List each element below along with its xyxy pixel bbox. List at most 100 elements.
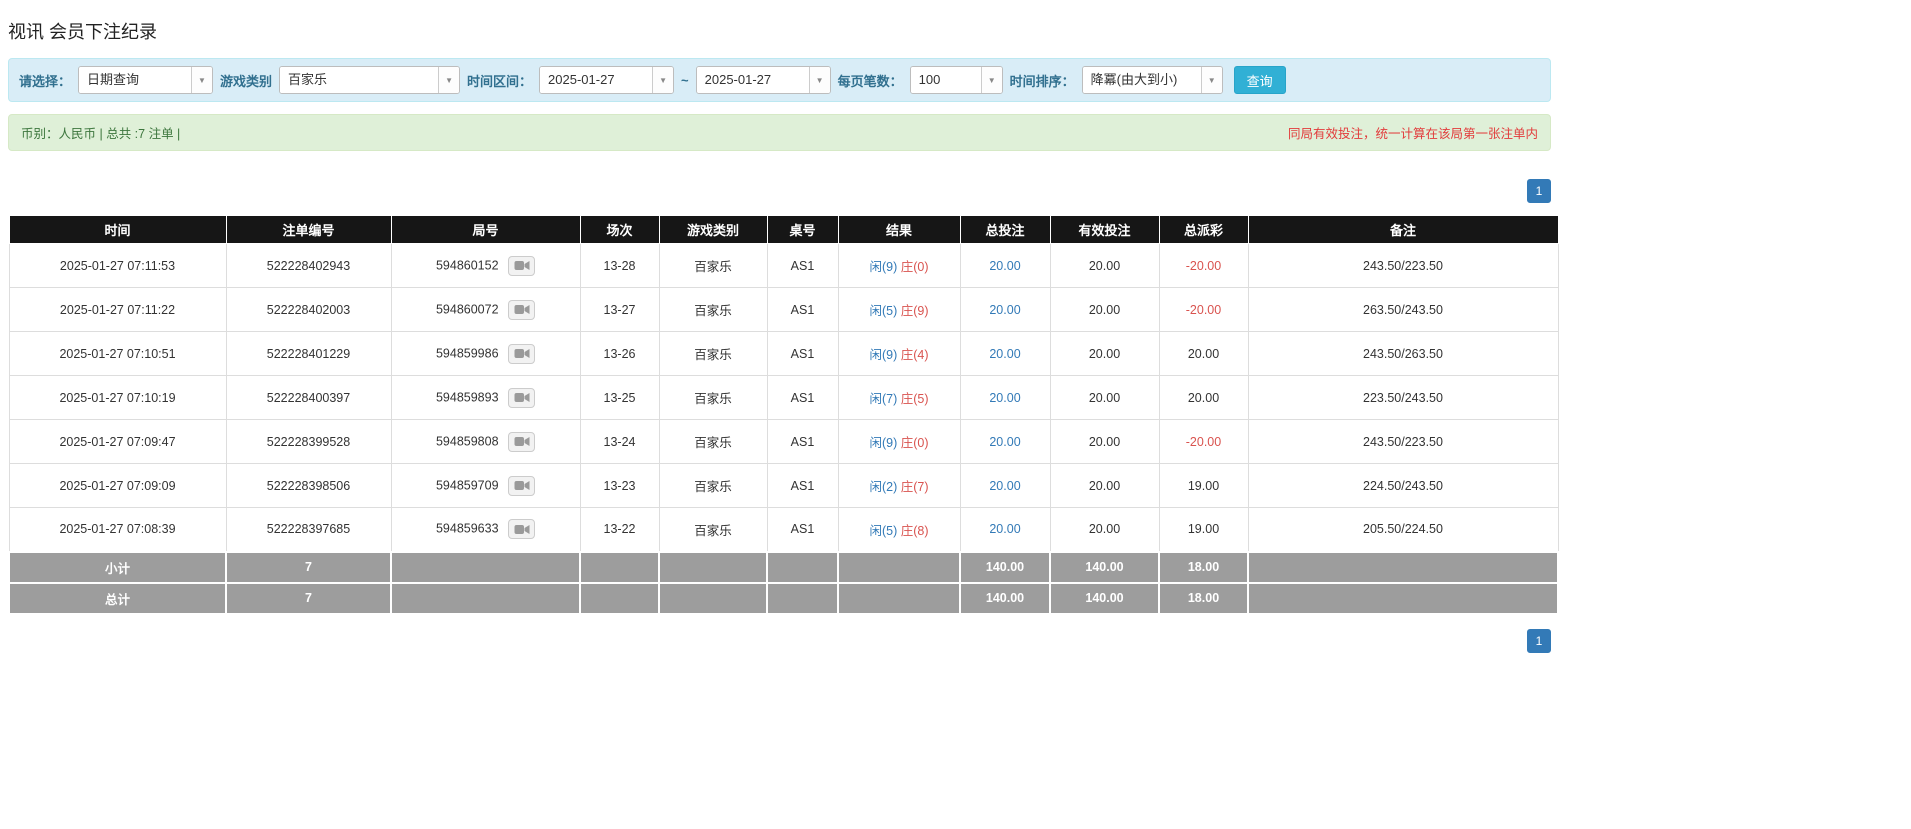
page-size-value: 100 bbox=[910, 67, 981, 93]
summary-note: 同局有效投注，统一计算在该局第一张注单内 bbox=[1287, 127, 1538, 141]
cell-total-bet: 20.00 bbox=[959, 331, 1051, 376]
query-type-select[interactable]: 日期查询 ▼ bbox=[78, 66, 214, 94]
round-id-text: 594860072 bbox=[435, 301, 499, 316]
cell-session: 13-22 bbox=[579, 507, 660, 552]
cell-valid-bet: 20.00 bbox=[1049, 287, 1160, 332]
page-number-button[interactable]: 1 bbox=[1527, 628, 1551, 653]
sort-order-select[interactable]: 降冪(由大到小) ▼ bbox=[1081, 66, 1223, 94]
footer-cell bbox=[1247, 581, 1559, 615]
cell-bet-id: 522228402943 bbox=[225, 243, 392, 288]
column-header: 有效投注 bbox=[1049, 215, 1160, 244]
result-player: 闲(9) bbox=[869, 436, 898, 450]
chevron-down-icon[interactable]: ▼ bbox=[191, 67, 213, 93]
cell-payout: 20.00 bbox=[1158, 375, 1249, 420]
cell-session: 13-24 bbox=[579, 419, 660, 464]
cell-total-bet: 20.00 bbox=[959, 463, 1051, 508]
cell-game-type: 百家乐 bbox=[658, 463, 768, 508]
video-replay-icon[interactable] bbox=[508, 387, 536, 408]
column-header: 游戏类别 bbox=[658, 215, 768, 244]
cell-table-no: AS1 bbox=[766, 419, 839, 464]
footer-cell bbox=[766, 550, 839, 584]
round-id-text: 594859986 bbox=[435, 345, 499, 360]
total-bet-link[interactable]: 20.00 bbox=[989, 259, 1020, 273]
total-bet-link[interactable]: 20.00 bbox=[989, 347, 1020, 361]
page-container: 视讯 会员下注纪录 请选择： 日期查询 ▼ 游戏类别 百家乐 ▼ 时间区间： 2… bbox=[0, 0, 1559, 673]
game-type-select[interactable]: 百家乐 ▼ bbox=[279, 66, 461, 94]
cell-game-type: 百家乐 bbox=[658, 331, 768, 376]
round-id-text: 594859893 bbox=[435, 389, 499, 404]
cell-session: 13-27 bbox=[579, 287, 660, 332]
total-bet-link[interactable]: 20.00 bbox=[989, 303, 1020, 317]
date-to-picker[interactable]: 2025-01-27 ▼ bbox=[695, 66, 831, 94]
result-banker: 庄(0) bbox=[900, 260, 929, 274]
search-button[interactable]: 查询 bbox=[1233, 66, 1286, 94]
cell-table-no: AS1 bbox=[766, 375, 839, 420]
cell-payout: -20.00 bbox=[1158, 419, 1249, 464]
cell-result: 闲(9) 庄(4) bbox=[837, 331, 961, 376]
total-row: 总计 7 140.00 140.00 18.00 bbox=[8, 581, 1559, 615]
footer-cell: 小计 bbox=[8, 550, 227, 584]
table-row: 2025-01-27 07:11:22 522228402003 5948600… bbox=[8, 287, 1559, 332]
chevron-down-icon[interactable]: ▼ bbox=[652, 67, 674, 93]
summary-currency-count: 币别：人民币 | 总共 :7 注单 | bbox=[21, 127, 181, 141]
footer-cell bbox=[837, 581, 961, 615]
column-header: 局号 bbox=[390, 215, 581, 244]
result-banker: 庄(9) bbox=[900, 304, 929, 318]
footer-cell bbox=[766, 581, 839, 615]
result-player: 闲(5) bbox=[869, 304, 898, 318]
footer-cell: 140.00 bbox=[1049, 581, 1160, 615]
footer-cell: 140.00 bbox=[959, 550, 1051, 584]
footer-cell bbox=[1247, 550, 1559, 584]
cell-round-id: 594859808 bbox=[390, 419, 581, 464]
cell-round-id: 594860152 bbox=[390, 243, 581, 288]
date-from-picker[interactable]: 2025-01-27 ▼ bbox=[539, 66, 675, 94]
cell-bet-id: 522228402003 bbox=[225, 287, 392, 332]
cell-table-no: AS1 bbox=[766, 463, 839, 508]
column-header: 结果 bbox=[837, 215, 961, 244]
footer-cell bbox=[390, 550, 581, 584]
cell-payout: 19.00 bbox=[1158, 507, 1249, 552]
cell-valid-bet: 20.00 bbox=[1049, 375, 1160, 420]
video-replay-icon[interactable] bbox=[508, 475, 536, 496]
result-player: 闲(5) bbox=[869, 523, 898, 538]
chevron-down-icon[interactable]: ▼ bbox=[980, 67, 1002, 93]
page-number-button[interactable]: 1 bbox=[1527, 179, 1551, 203]
cell-result: 闲(9) 庄(0) bbox=[837, 419, 961, 464]
cell-time: 2025-01-27 07:10:19 bbox=[8, 375, 227, 420]
cell-remark: 243.50/263.50 bbox=[1247, 331, 1559, 376]
video-replay-icon[interactable] bbox=[508, 299, 536, 320]
cell-valid-bet: 20.00 bbox=[1049, 243, 1160, 288]
sort-order-label: 时间排序： bbox=[1009, 73, 1075, 89]
cell-remark: 205.50/224.50 bbox=[1247, 507, 1559, 552]
round-id-text: 594860152 bbox=[435, 257, 499, 272]
chevron-down-icon[interactable]: ▼ bbox=[438, 67, 460, 93]
chevron-down-icon[interactable]: ▼ bbox=[1200, 67, 1222, 93]
cell-payout: -20.00 bbox=[1158, 287, 1249, 332]
round-id-text: 594859808 bbox=[435, 433, 499, 448]
cell-result: 闲(5) 庄(9) bbox=[837, 287, 961, 332]
page-size-select[interactable]: 100 ▼ bbox=[909, 66, 1003, 94]
column-header: 场次 bbox=[579, 215, 660, 244]
cell-round-id: 594859893 bbox=[390, 375, 581, 420]
video-replay-icon[interactable] bbox=[508, 519, 536, 540]
cell-bet-id: 522228399528 bbox=[225, 419, 392, 464]
cell-table-no: AS1 bbox=[766, 507, 839, 552]
chevron-down-icon[interactable]: ▼ bbox=[808, 67, 830, 93]
cell-game-type: 百家乐 bbox=[658, 287, 768, 332]
cell-time: 2025-01-27 07:10:51 bbox=[8, 331, 227, 376]
cell-table-no: AS1 bbox=[766, 287, 839, 332]
video-replay-icon[interactable] bbox=[508, 255, 536, 276]
video-replay-icon[interactable] bbox=[508, 431, 536, 452]
total-bet-link[interactable]: 20.00 bbox=[989, 435, 1020, 449]
total-bet-link[interactable]: 20.00 bbox=[989, 391, 1020, 405]
game-type-value: 百家乐 bbox=[280, 67, 439, 93]
table-row: 2025-01-27 07:11:53 522228402943 5948601… bbox=[8, 243, 1559, 288]
cell-remark: 223.50/243.50 bbox=[1247, 375, 1559, 420]
total-bet-link[interactable]: 20.00 bbox=[989, 522, 1020, 536]
table-row: 2025-01-27 07:10:51 522228401229 5948599… bbox=[8, 331, 1559, 376]
round-id-text: 594859709 bbox=[435, 477, 499, 492]
total-bet-link[interactable]: 20.00 bbox=[989, 479, 1020, 493]
date-range-separator: ~ bbox=[681, 72, 689, 88]
table-header-row: 时间 注单编号 局号 场次 游戏类别 桌号 结果 总投注 有效投注 总派彩 备注 bbox=[8, 215, 1559, 244]
video-replay-icon[interactable] bbox=[508, 343, 536, 364]
